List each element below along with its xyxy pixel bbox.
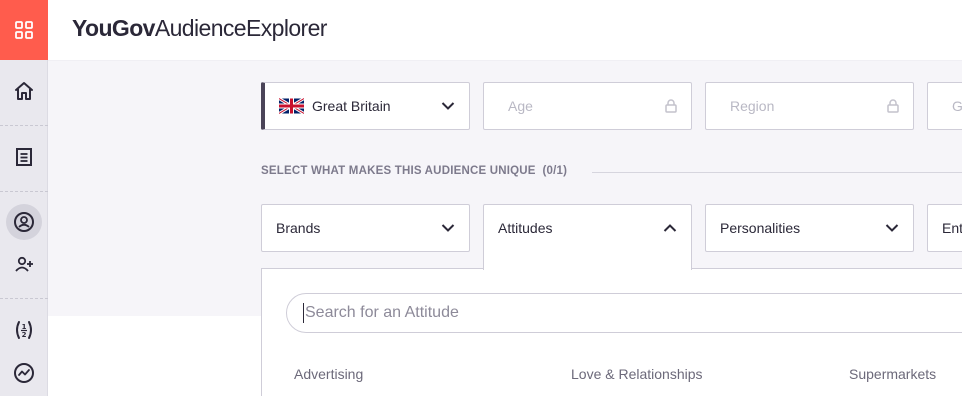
attitudes-dropdown[interactable]: Attitudes — [483, 204, 692, 270]
lock-icon — [887, 99, 899, 113]
sidebar-divider — [0, 298, 48, 299]
attitude-group-supermarkets[interactable]: Supermarkets — [849, 366, 936, 382]
region-label: Region — [730, 98, 775, 114]
app-window: 1 2 YouGovAudienceExplorer Great Britain — [0, 0, 962, 396]
selection-count: (0/1) — [542, 165, 568, 177]
text-caret — [303, 303, 304, 323]
attitudes-label: Attitudes — [498, 220, 553, 236]
chevron-down-icon — [441, 224, 455, 232]
app-launcher-button[interactable] — [0, 0, 48, 60]
brand-logo[interactable]: YouGovAudienceExplorer — [72, 15, 327, 42]
entertainment-dropdown[interactable]: Ent — [927, 204, 962, 252]
sidebar-item-audience[interactable] — [0, 200, 48, 244]
trend-icon — [14, 363, 34, 383]
sidebar-item-reports[interactable] — [0, 135, 48, 179]
document-icon — [16, 148, 32, 166]
sidebar-divider — [0, 191, 48, 192]
region-select[interactable]: Region — [705, 82, 914, 130]
sidebar-item-add-audience[interactable] — [0, 243, 48, 287]
audience-icon — [14, 212, 34, 232]
sidebar-item-compare[interactable]: 1 2 — [0, 308, 48, 352]
section-divider — [592, 172, 962, 173]
brands-label: Brands — [276, 220, 321, 236]
section-label-text: SELECT WHAT MAKES THIS AUDIENCE UNIQUE — [261, 165, 536, 177]
uk-flag-icon — [279, 98, 304, 114]
country-select[interactable]: Great Britain — [261, 82, 470, 130]
svg-text:2: 2 — [22, 331, 27, 339]
active-indicator — [6, 204, 42, 240]
attitude-search-box[interactable] — [286, 293, 962, 333]
home-icon — [15, 82, 33, 100]
brand-name: YouGov — [72, 15, 155, 41]
sidebar-item-trends[interactable] — [0, 351, 48, 395]
add-user-icon — [15, 256, 33, 272]
sidebar-divider — [0, 125, 48, 126]
country-value: Great Britain — [312, 98, 391, 114]
chevron-down-icon — [441, 102, 455, 110]
sidebar-item-home[interactable] — [0, 69, 48, 113]
attitude-group-advertising[interactable]: Advertising — [294, 366, 363, 382]
chevron-up-icon — [663, 224, 677, 232]
personalities-dropdown[interactable]: Personalities — [705, 204, 914, 252]
section-title: SELECT WHAT MAKES THIS AUDIENCE UNIQUE (… — [261, 165, 567, 177]
chevron-down-icon — [885, 224, 899, 232]
brands-dropdown[interactable]: Brands — [261, 204, 470, 252]
entertainment-label: Ent — [942, 220, 962, 236]
lock-icon — [665, 99, 677, 113]
age-select[interactable]: Age — [483, 82, 692, 130]
personalities-label: Personalities — [720, 220, 801, 236]
gender-label: G — [952, 98, 962, 114]
svg-text:1: 1 — [22, 323, 27, 331]
attitude-group-love-relationships[interactable]: Love & Relationships — [571, 366, 703, 382]
attitude-search-input[interactable] — [305, 304, 962, 322]
age-label: Age — [508, 98, 533, 114]
gender-select[interactable]: G — [927, 82, 962, 130]
product-name: AudienceExplorer — [154, 15, 328, 41]
app-header: YouGovAudienceExplorer — [48, 0, 962, 61]
sidebar: 1 2 — [0, 0, 48, 396]
grid-icon — [15, 21, 33, 39]
compare-icon: 1 2 — [16, 321, 32, 339]
